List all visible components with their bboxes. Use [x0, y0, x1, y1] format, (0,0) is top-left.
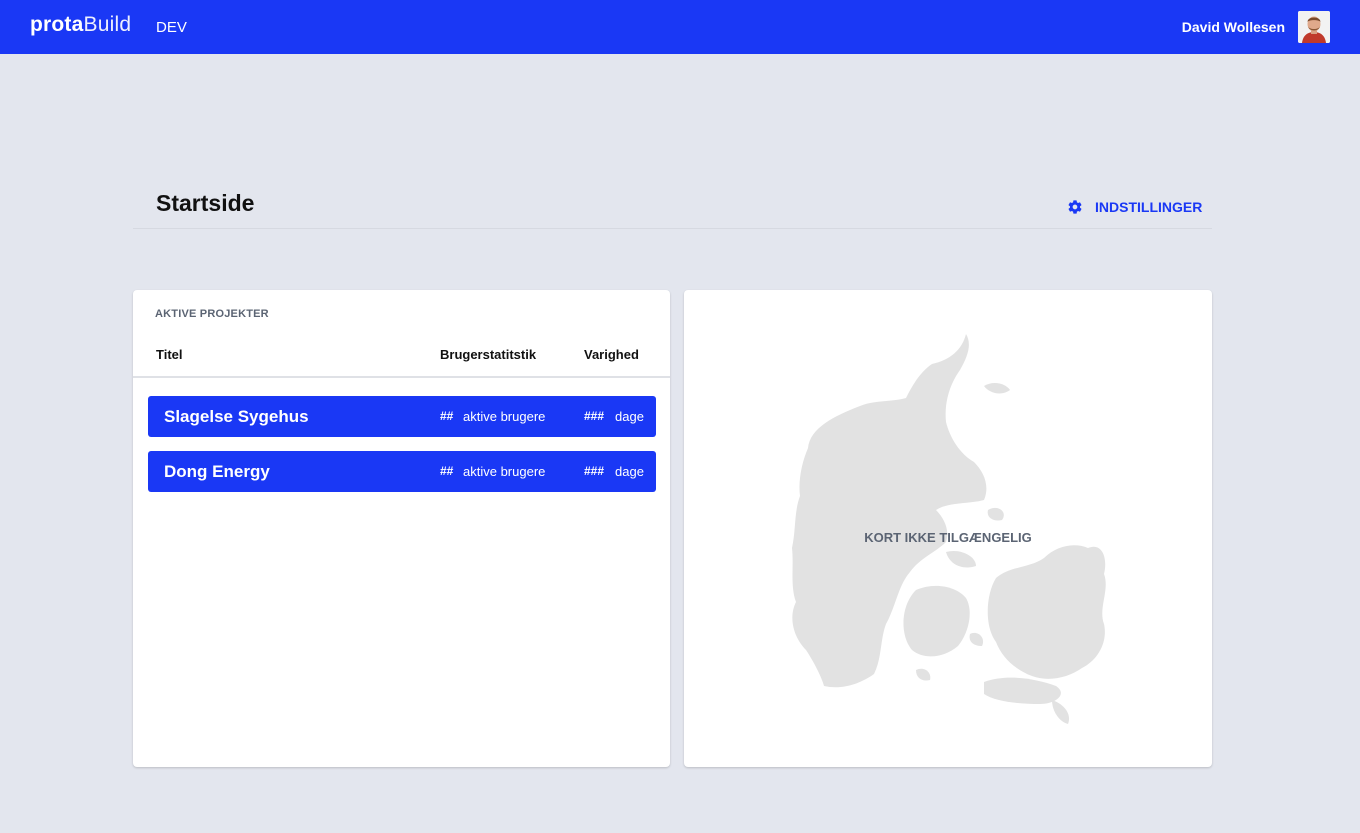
denmark-map-placeholder [792, 334, 1106, 724]
active-users-label: aktive brugere [463, 464, 546, 479]
column-header-title: Titel [156, 347, 183, 362]
active-projects-panel: AKTIVE PROJEKTER Titel Brugerstatitstik … [133, 290, 670, 767]
column-header-duration: Varighed [584, 347, 639, 362]
user-name[interactable]: David Wollesen [1182, 19, 1285, 35]
top-navigation-bar: prota Build DEV David Wollesen [0, 0, 1360, 54]
settings-label: INDSTILLINGER [1095, 199, 1203, 215]
project-title: Slagelse Sygehus [164, 407, 309, 426]
duration-days-label: dage [615, 409, 644, 424]
map-unavailable-message: KORT IKKE TILGÆNGELIG [864, 530, 1032, 545]
project-row[interactable]: Slagelse Sygehus ## aktive brugere ### d… [148, 396, 656, 437]
logo-light-part: Build [83, 13, 132, 36]
section-label: AKTIVE PROJEKTER [155, 308, 269, 320]
active-users-label: aktive brugere [463, 409, 546, 424]
active-users-count: ## [440, 409, 454, 423]
page-title: Startside [156, 190, 255, 216]
avatar-image [1298, 11, 1330, 43]
column-header-user-stats: Brugerstatitstik [440, 347, 537, 362]
project-row[interactable]: Dong Energy ## aktive brugere ### dage [148, 451, 656, 492]
table-header-divider [133, 376, 670, 378]
environment-label: DEV [156, 19, 187, 36]
duration-days-count: ### [584, 464, 605, 478]
duration-days-count: ### [584, 409, 605, 423]
active-users-count: ## [440, 464, 454, 478]
gear-icon [1068, 200, 1082, 214]
duration-days-label: dage [615, 464, 644, 479]
settings-button[interactable]: INDSTILLINGER [1067, 199, 1202, 215]
project-title: Dong Energy [164, 462, 270, 481]
logo-bold-part: prota [30, 13, 84, 36]
user-avatar[interactable] [1298, 11, 1330, 43]
header-divider [133, 228, 1212, 229]
map-panel: KORT IKKE TILGÆNGELIG [684, 290, 1212, 767]
protabuild-logo[interactable]: prota Build [30, 13, 131, 37]
